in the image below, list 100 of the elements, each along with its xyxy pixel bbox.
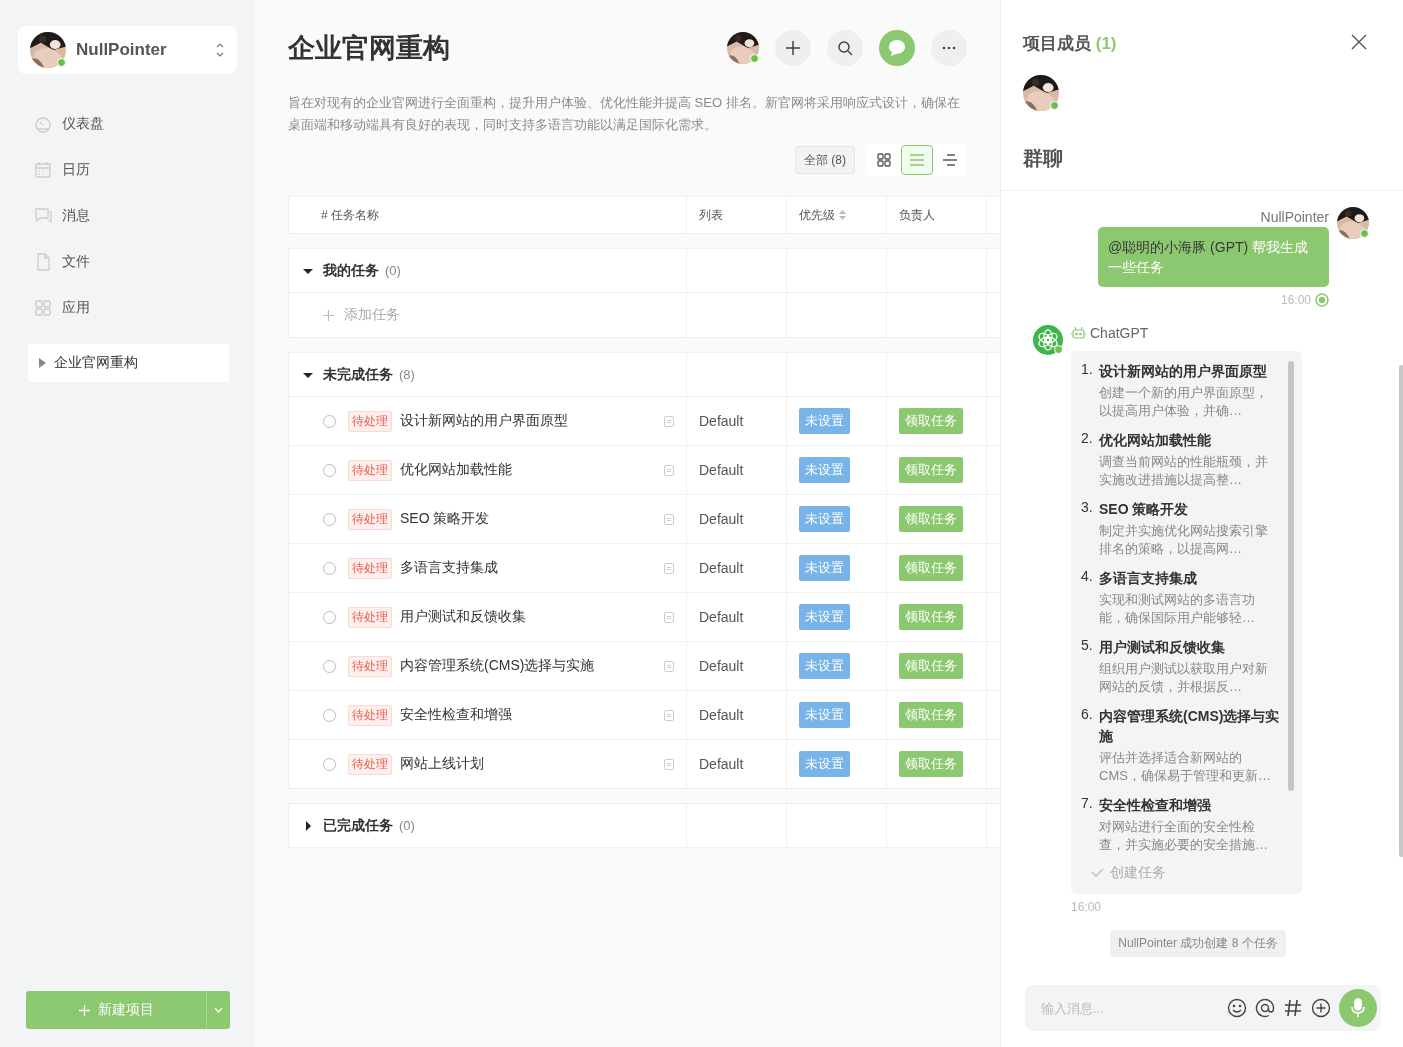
task-name[interactable]: 用户测试和反馈收集 [400,608,656,626]
claim-task-button[interactable]: 领取任务 [899,555,963,581]
smiley-icon [1227,998,1247,1018]
microphone-icon [1351,998,1365,1018]
task-name[interactable]: 内容管理系统(CMS)选择与实施 [400,657,656,675]
voice-button[interactable] [1339,989,1377,1027]
priority-tag[interactable]: 未设置 [799,408,850,434]
more-icon [942,46,956,50]
new-project-button[interactable]: 新建项目 [26,991,206,1029]
message-time: 16:00 [1071,900,1103,914]
group-title: 我的任务 [323,261,379,280]
user-switcher[interactable]: NullPointer [18,26,237,74]
project-title: 企业官网重构 [288,32,451,65]
claim-task-button[interactable]: 领取任务 [899,604,963,630]
nav-item[interactable]: 消息 [18,196,237,236]
project-item[interactable]: 企业官网重构 [28,344,229,382]
item-title: 优化网站加载性能 [1099,431,1212,450]
dropdown-button[interactable] [206,991,230,1029]
claim-task-button[interactable]: 领取任务 [899,506,963,532]
outline-icon [943,154,957,166]
nav-item[interactable]: 仪表盘 [18,104,237,144]
priority-tag[interactable]: 未设置 [799,506,850,532]
note-icon[interactable] [664,758,674,770]
claim-task-button[interactable]: 领取任务 [899,457,963,483]
file-icon [34,253,52,271]
add-task-button[interactable]: 添加任务 [301,305,406,325]
group-count: (0) [385,263,401,278]
caret-icon [214,1007,223,1013]
attach-button[interactable] [1311,998,1331,1018]
note-icon[interactable] [664,660,674,672]
add-button[interactable] [775,30,811,66]
note-icon[interactable] [664,464,674,476]
task-name[interactable]: 安全性检查和增强 [400,706,656,724]
filter-button[interactable]: 全部 (8) [795,146,855,174]
item-description: 创建一个新的用户界面原型，以提高用户体验，并确… [1099,384,1269,420]
priority-tag[interactable]: 未设置 [799,751,850,777]
priority-tag[interactable]: 未设置 [799,702,850,728]
item-title: SEO 策略开发 [1099,500,1190,519]
priority-tag[interactable]: 未设置 [799,653,850,679]
list-name: Default [699,707,744,723]
task-name[interactable]: 优化网站加载性能 [400,461,656,479]
note-icon[interactable] [664,709,674,721]
scrollbar[interactable] [1399,365,1403,857]
item-description: 组织用户测试以获取用户对新网站的反馈，并根据反… [1099,660,1269,696]
close-icon [1351,34,1367,50]
plus-icon [78,1004,90,1016]
group-count: (8) [399,367,415,382]
task-name[interactable]: 设计新网站的用户界面原型 [400,412,656,430]
nav-item[interactable]: 日历 [18,150,237,190]
priority-tag[interactable]: 未设置 [799,555,850,581]
list-name: Default [699,462,744,478]
message-time: 16:00 [1280,293,1311,307]
nav-item[interactable]: 文件 [18,242,237,282]
list-name: Default [699,560,744,576]
scrollbar[interactable] [1288,361,1294,791]
task-name[interactable]: 网站上线计划 [400,755,656,773]
note-icon[interactable] [664,562,674,574]
sort-icon[interactable] [839,210,846,220]
item-number: 4. [1081,568,1094,586]
hashtag-button[interactable] [1283,998,1303,1018]
claim-task-button[interactable]: 领取任务 [899,408,963,434]
members-title: 项目成员 (1) [1023,33,1118,55]
claim-task-button[interactable]: 领取任务 [899,751,963,777]
calendar-icon [34,161,52,179]
item-title: 安全性检查和增强 [1099,796,1212,815]
mention-button[interactable] [1255,998,1275,1018]
priority-tag[interactable]: 未设置 [799,604,850,630]
status-tag: 待处理 [348,459,392,481]
note-icon[interactable] [664,415,674,427]
item-title: 设计新网站的用户界面原型 [1099,362,1268,381]
status-tag: 待处理 [348,508,392,530]
item-description: 对网站进行全面的安全性检查，并实施必要的安全措施… [1099,818,1269,854]
column-header: 列表 [699,206,723,224]
priority-tag[interactable]: 未设置 [799,457,850,483]
note-icon[interactable] [664,513,674,525]
task-name[interactable]: SEO 策略开发 [400,510,656,528]
status-tag: 待处理 [348,753,392,775]
list-name: Default [699,756,744,772]
view-toggle[interactable] [901,145,933,175]
hash-icon [1283,998,1303,1018]
status-tag: 待处理 [348,410,392,432]
note-icon[interactable] [664,611,674,623]
column-header: 负责人 [899,206,935,224]
plus-circle-icon [1311,998,1331,1018]
item-number: 7. [1081,795,1094,813]
nav-item[interactable]: 应用 [18,288,237,328]
task-name[interactable]: 多语言支持集成 [400,559,656,577]
search-button[interactable] [827,30,863,66]
chat-button[interactable] [879,30,915,66]
item-number: 5. [1081,637,1094,655]
claim-task-button[interactable]: 领取任务 [899,702,963,728]
item-description: 调查当前网站的性能瓶颈，并实施改进措施以提高整… [1099,453,1269,489]
more-button[interactable] [931,30,967,66]
grid-icon [34,299,52,317]
status-tag: 待处理 [348,704,392,726]
claim-task-button[interactable]: 领取任务 [899,653,963,679]
item-title: 内容管理系统(CMS)选择与实施 [1099,707,1280,746]
sender-name: NullPointer [1260,209,1329,225]
emoji-button[interactable] [1227,998,1247,1018]
caret-icon[interactable] [303,820,313,831]
